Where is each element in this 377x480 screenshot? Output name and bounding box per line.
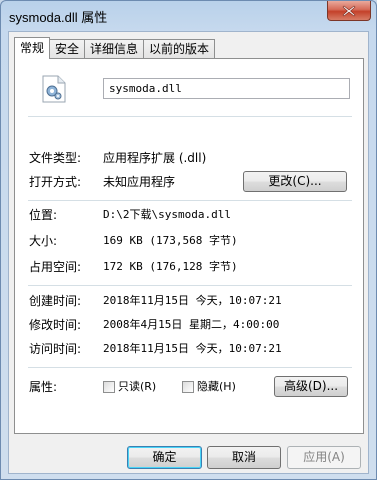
tab-strip: 常规 安全 详细信息 以前的版本 — [14, 37, 216, 59]
divider — [28, 200, 352, 201]
ok-button[interactable]: 确定 — [127, 446, 202, 469]
location-value: D:\2下载\sysmoda.dll — [103, 208, 231, 221]
change-button[interactable]: 更改(C)... — [243, 171, 347, 192]
cancel-button[interactable]: 取消 — [207, 446, 281, 469]
window-title: sysmoda.dll 属性 — [9, 10, 108, 25]
properties-window: sysmoda.dll 属性 常规 安全 详细信息 以前的版本 sysmoda.… — [0, 0, 377, 480]
open-with-label: 打开方式: — [29, 175, 82, 189]
size-value: 169 KB (173,568 字节) — [103, 234, 238, 247]
dialog-client: 常规 安全 详细信息 以前的版本 sysmoda.dll 文件类型: 应用程序扩… — [8, 31, 369, 474]
divider — [28, 285, 352, 286]
location-label: 位置: — [29, 208, 58, 222]
divider — [28, 367, 352, 368]
size-on-disk-value: 172 KB (176,128 字节) — [103, 260, 238, 273]
accessed-value: 2018年11月15日 今天，10:07:21 — [103, 342, 282, 355]
general-panel: sysmoda.dll 文件类型: 应用程序扩展 (.dll) 打开方式: 未知… — [14, 58, 364, 434]
tab-details[interactable]: 详细信息 — [84, 39, 145, 59]
size-label: 大小: — [29, 234, 58, 248]
tab-security[interactable]: 安全 — [49, 39, 86, 59]
created-value: 2018年11月15日 今天，10:07:21 — [103, 294, 282, 307]
modified-value: 2008年4月15日 星期二，4:00:00 — [103, 318, 280, 331]
file-type-label: 文件类型: — [29, 151, 82, 165]
divider — [28, 116, 352, 117]
file-type-value: 应用程序扩展 (.dll) — [103, 151, 207, 165]
readonly-checkbox[interactable] — [103, 381, 115, 393]
dll-file-icon — [42, 75, 66, 103]
file-name-field[interactable]: sysmoda.dll — [103, 78, 350, 99]
hidden-label[interactable]: 隐藏(H) — [197, 379, 236, 395]
close-button[interactable] — [327, 1, 371, 21]
accessed-label: 访问时间: — [29, 342, 82, 356]
advanced-button[interactable]: 高级(D)... — [274, 376, 348, 397]
tab-previous-versions[interactable]: 以前的版本 — [143, 39, 216, 59]
hidden-checkbox[interactable] — [182, 381, 194, 393]
created-label: 创建时间: — [29, 294, 82, 308]
close-icon — [342, 5, 356, 16]
open-with-value: 未知应用程序 — [103, 175, 176, 189]
title-bar[interactable]: sysmoda.dll 属性 — [1, 1, 376, 31]
apply-button[interactable]: 应用(A) — [287, 446, 361, 469]
modified-label: 修改时间: — [29, 318, 82, 332]
readonly-label[interactable]: 只读(R) — [118, 379, 156, 395]
attributes-label: 属性: — [29, 380, 58, 394]
size-on-disk-label: 占用空间: — [29, 260, 82, 274]
tab-general[interactable]: 常规 — [14, 37, 51, 59]
